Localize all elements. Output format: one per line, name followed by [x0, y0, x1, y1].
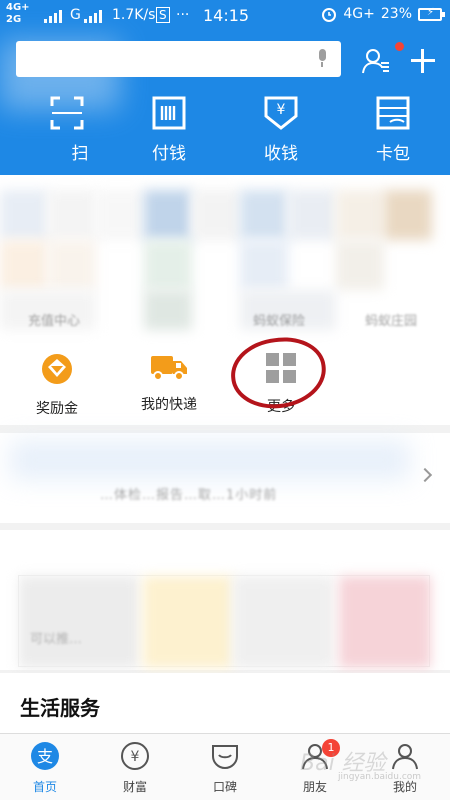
delivery-truck-icon	[151, 356, 187, 381]
watermark-url: jingyan.baidu.com	[338, 772, 422, 782]
status-bar: 4G+ 2G G 1.7K/s S ··· 14:15 4G+ 23% ⚡	[0, 0, 450, 32]
notification-dot	[395, 42, 404, 51]
promo-card[interactable]	[18, 575, 431, 668]
app-delivery[interactable]: 我的快递	[124, 352, 214, 414]
tab-koubei[interactable]: 口碑	[180, 741, 270, 795]
section-title: 生活服务	[20, 696, 100, 720]
blurred-region	[10, 440, 410, 480]
plus-icon[interactable]	[408, 46, 438, 76]
tab-home[interactable]: 支 首页	[0, 741, 90, 795]
status-right: 4G+ 23% ⚡	[321, 6, 445, 22]
scan-icon	[50, 96, 84, 130]
promo-text: 可以推…	[30, 632, 83, 647]
network-type: 4G+	[343, 6, 375, 22]
quick-action-receive[interactable]: ¥ 收钱	[236, 96, 326, 164]
battery-level: 23%	[380, 6, 412, 22]
signal-icon	[44, 7, 62, 23]
battery-icon: ⚡	[418, 7, 445, 21]
app-farm[interactable]: 蚂蚁庄园	[365, 310, 417, 329]
alipay-home-icon: 支	[31, 742, 59, 770]
tab-wealth[interactable]: ¥ 财富	[90, 741, 180, 795]
search-input[interactable]	[16, 41, 341, 77]
quick-action-cards[interactable]: 卡包	[348, 96, 438, 164]
network-indicator: 4G+ 2G	[6, 2, 30, 25]
koubei-icon	[212, 745, 238, 769]
quick-action-pay[interactable]: 付钱	[124, 96, 214, 164]
barcode-icon	[152, 96, 186, 130]
news-text: …体检…报告…取…1小时前	[100, 488, 278, 503]
reward-coin-icon	[42, 354, 72, 384]
svg-text:¥: ¥	[277, 102, 286, 118]
app-reward[interactable]: 奖励金	[12, 352, 102, 418]
microphone-icon[interactable]	[317, 49, 327, 67]
more-dots: ···	[176, 7, 190, 23]
app-insurance[interactable]: 蚂蚁保险	[253, 310, 305, 329]
alarm-icon	[322, 8, 337, 22]
app-recharge[interactable]: 充值中心	[28, 310, 80, 329]
yuan-receipt-icon: ¥	[264, 96, 298, 130]
svg-text:支: 支	[37, 747, 53, 766]
quick-action-scan[interactable]: 扫	[22, 96, 112, 164]
contacts-icon[interactable]	[362, 46, 392, 76]
svg-text:¥: ¥	[131, 749, 140, 765]
quick-actions: 扫 付钱 ¥ 收钱 卡包	[0, 96, 450, 166]
clock: 14:15	[203, 6, 250, 25]
signal-icon-2	[84, 7, 102, 23]
card-wallet-icon	[376, 96, 410, 130]
carrier-label: G	[70, 7, 81, 23]
storage-icon: S	[156, 7, 170, 23]
wealth-icon: ¥	[121, 742, 149, 770]
profile-icon	[392, 744, 418, 770]
network-speed: 1.7K/s	[112, 7, 156, 23]
